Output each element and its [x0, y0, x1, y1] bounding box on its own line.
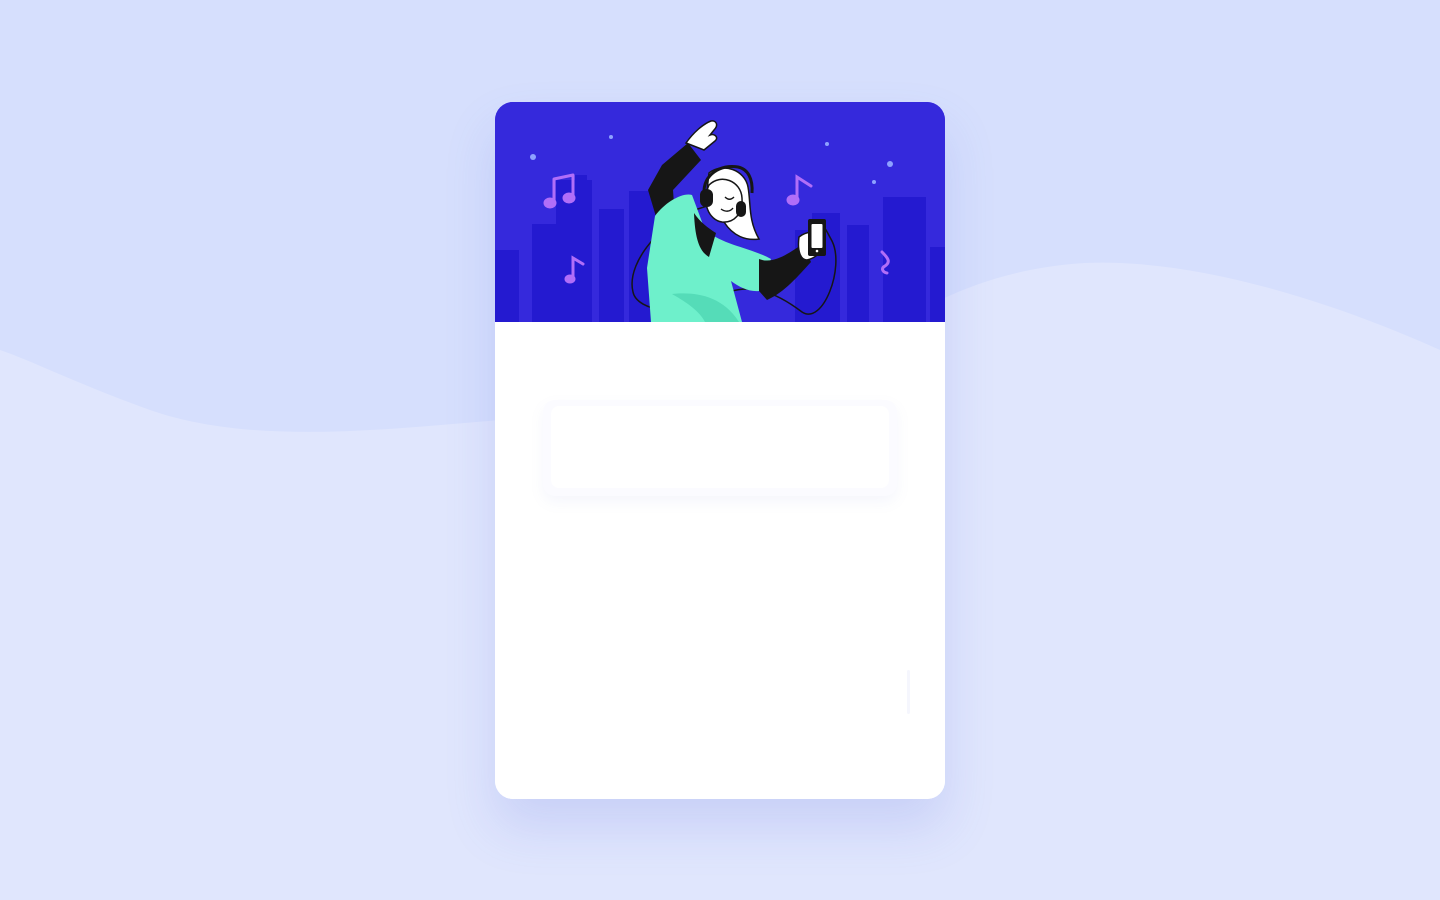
content-card: [495, 102, 945, 799]
card-body: [495, 322, 945, 799]
star-icon: [825, 142, 829, 146]
star-icon: [609, 135, 613, 139]
star-icon: [887, 161, 893, 167]
page-root: { "colors": { "page_background": "#e0e6f…: [0, 0, 1440, 900]
hero-illustration-svg: [495, 102, 945, 322]
empty-action-area: [525, 668, 910, 718]
phone-icon: [808, 219, 826, 256]
star-icon: [530, 154, 536, 160]
music-listener-illustration: [495, 102, 945, 322]
star-icon: [872, 180, 876, 184]
empty-content-panel: [543, 400, 897, 496]
